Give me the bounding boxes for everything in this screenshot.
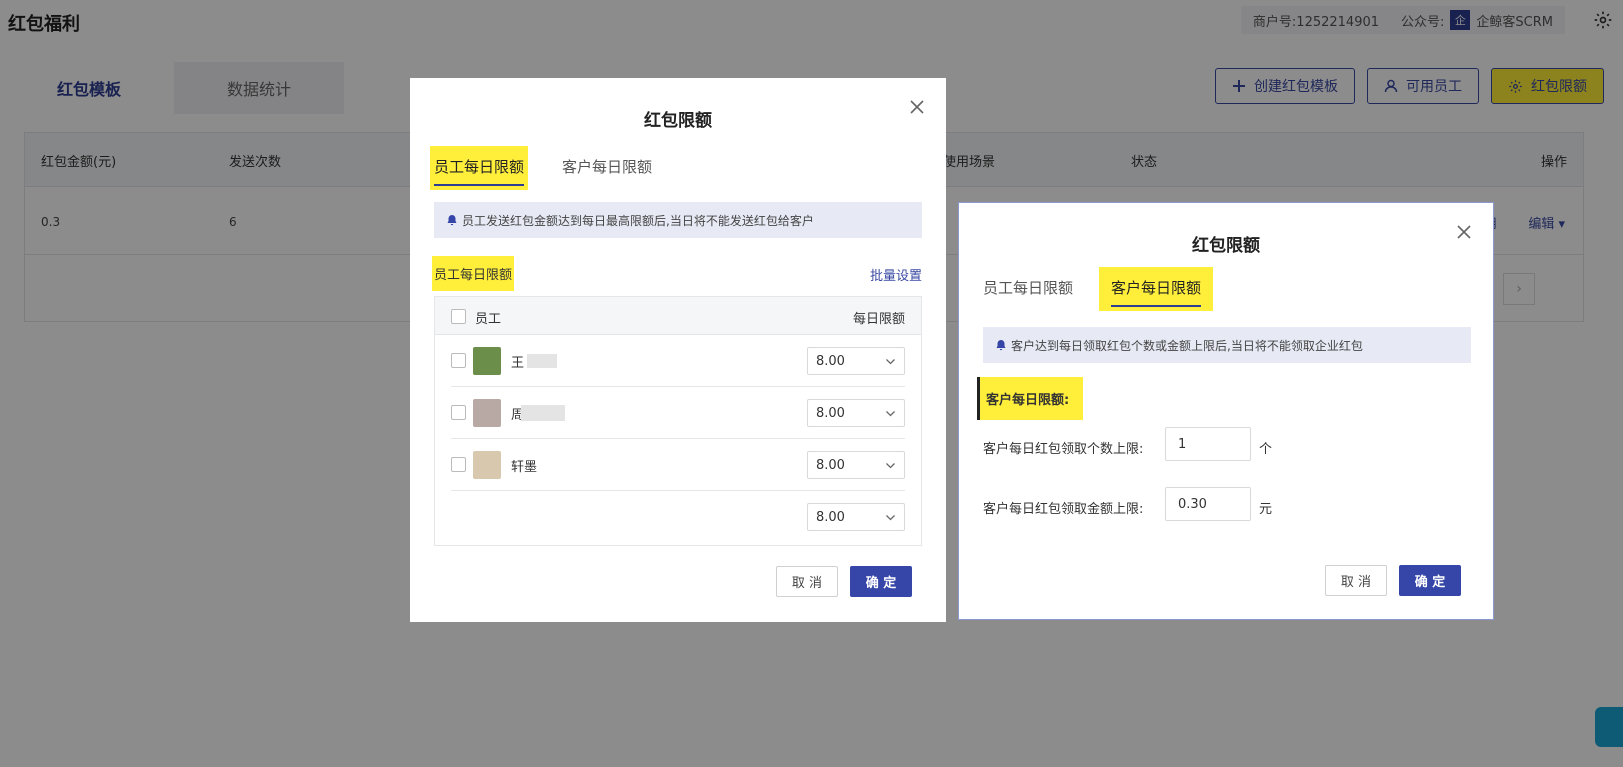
table-row: 轩墨 8.00 bbox=[451, 439, 905, 491]
table-row: 8.00 bbox=[451, 491, 905, 543]
tab-staff-limit[interactable]: 员工每日限额 bbox=[430, 146, 529, 190]
limit-select[interactable]: 8.00 bbox=[807, 451, 905, 479]
notice-bar: 客户达到每日领取红包个数或金额上限后,当日将不能领取企业红包 bbox=[983, 327, 1471, 363]
close-icon[interactable] bbox=[1455, 223, 1473, 241]
chevron-down-icon bbox=[886, 515, 895, 521]
amount-limit-label: 客户每日红包领取金额上限: bbox=[983, 502, 1144, 517]
staff-table-header: 员工 每日限额 bbox=[435, 297, 921, 335]
limit-value: 8.00 bbox=[816, 510, 845, 525]
notice-bar: 员工发送红包金额达到每日最高限额后,当日将不能发送红包给客户 bbox=[434, 202, 922, 238]
dialog-title: 红包限额 bbox=[1192, 236, 1260, 256]
close-icon[interactable] bbox=[908, 98, 926, 116]
bell-icon bbox=[447, 215, 457, 226]
dialog-title: 红包限额 bbox=[644, 111, 712, 131]
chevron-down-icon bbox=[886, 411, 895, 417]
customer-limit-dialog: 红包限额 员工每日限额 客户每日限额 客户达到每日领取红包个数或金额上限后,当日… bbox=[958, 202, 1494, 620]
table-row: 周 8.00 bbox=[451, 387, 905, 439]
col-daily-limit: 每日限额 bbox=[852, 312, 905, 327]
limit-select[interactable]: 8.00 bbox=[807, 399, 905, 427]
chevron-down-icon bbox=[886, 359, 895, 365]
tab-staff-limit[interactable]: 员工每日限额 bbox=[979, 269, 1077, 309]
row-checkbox[interactable] bbox=[451, 457, 466, 472]
cancel-button[interactable]: 取 消 bbox=[1325, 565, 1387, 596]
select-all-checkbox[interactable] bbox=[451, 309, 466, 324]
tab-customer-limit[interactable]: 客户每日限额 bbox=[558, 148, 656, 188]
avatar bbox=[473, 347, 501, 375]
confirm-button[interactable]: 确 定 bbox=[1399, 565, 1461, 596]
tab-customer-limit[interactable]: 客户每日限额 bbox=[1099, 267, 1214, 311]
tab-staff-limit-label: 员工每日限额 bbox=[434, 158, 525, 176]
staff-table: 员工 每日限额 王 8.00 周 8.00 轩墨 8.00 8.00 bbox=[434, 296, 922, 546]
tab-customer-limit-label: 客户每日限额 bbox=[1111, 279, 1202, 297]
count-limit-input[interactable] bbox=[1165, 427, 1251, 461]
limit-select[interactable]: 8.00 bbox=[807, 503, 905, 531]
avatar bbox=[473, 399, 501, 427]
tab-underline bbox=[1111, 305, 1202, 307]
row-checkbox[interactable] bbox=[451, 353, 466, 368]
count-limit-label: 客户每日红包领取个数上限: bbox=[983, 442, 1144, 457]
limit-value: 8.00 bbox=[816, 458, 845, 473]
staff-limit-dialog: 红包限额 员工每日限额 客户每日限额 员工发送红包金额达到每日最高限额后,当日将… bbox=[410, 78, 946, 622]
notice-text: 客户达到每日领取红包个数或金额上限后,当日将不能领取企业红包 bbox=[1011, 338, 1363, 353]
bell-icon bbox=[996, 340, 1006, 351]
staff-name: 轩墨 bbox=[511, 460, 538, 475]
tab-underline bbox=[434, 184, 525, 186]
limit-value: 8.00 bbox=[816, 354, 845, 369]
chevron-down-icon bbox=[886, 463, 895, 469]
notice-text: 员工发送红包金额达到每日最高限额后,当日将不能发送红包给客户 bbox=[462, 213, 814, 228]
limit-value: 8.00 bbox=[816, 406, 845, 421]
confirm-button[interactable]: 确 定 bbox=[850, 566, 912, 597]
cancel-button[interactable]: 取 消 bbox=[776, 566, 838, 597]
col-staff: 员工 bbox=[475, 312, 502, 327]
name-mask bbox=[521, 405, 565, 421]
table-row: 王 8.00 bbox=[451, 335, 905, 387]
section-label: 员工每日限额 bbox=[432, 256, 515, 291]
limit-select[interactable]: 8.00 bbox=[807, 347, 905, 375]
batch-set-link[interactable]: 批量设置 bbox=[870, 265, 922, 284]
count-unit: 个 bbox=[1259, 442, 1273, 457]
avatar bbox=[473, 451, 501, 479]
amount-unit: 元 bbox=[1259, 502, 1273, 517]
section-label: 客户每日限额: bbox=[977, 377, 1084, 420]
staff-name: 王 bbox=[511, 356, 525, 371]
name-mask bbox=[527, 354, 557, 368]
amount-limit-input[interactable] bbox=[1165, 487, 1251, 521]
row-checkbox[interactable] bbox=[451, 405, 466, 420]
